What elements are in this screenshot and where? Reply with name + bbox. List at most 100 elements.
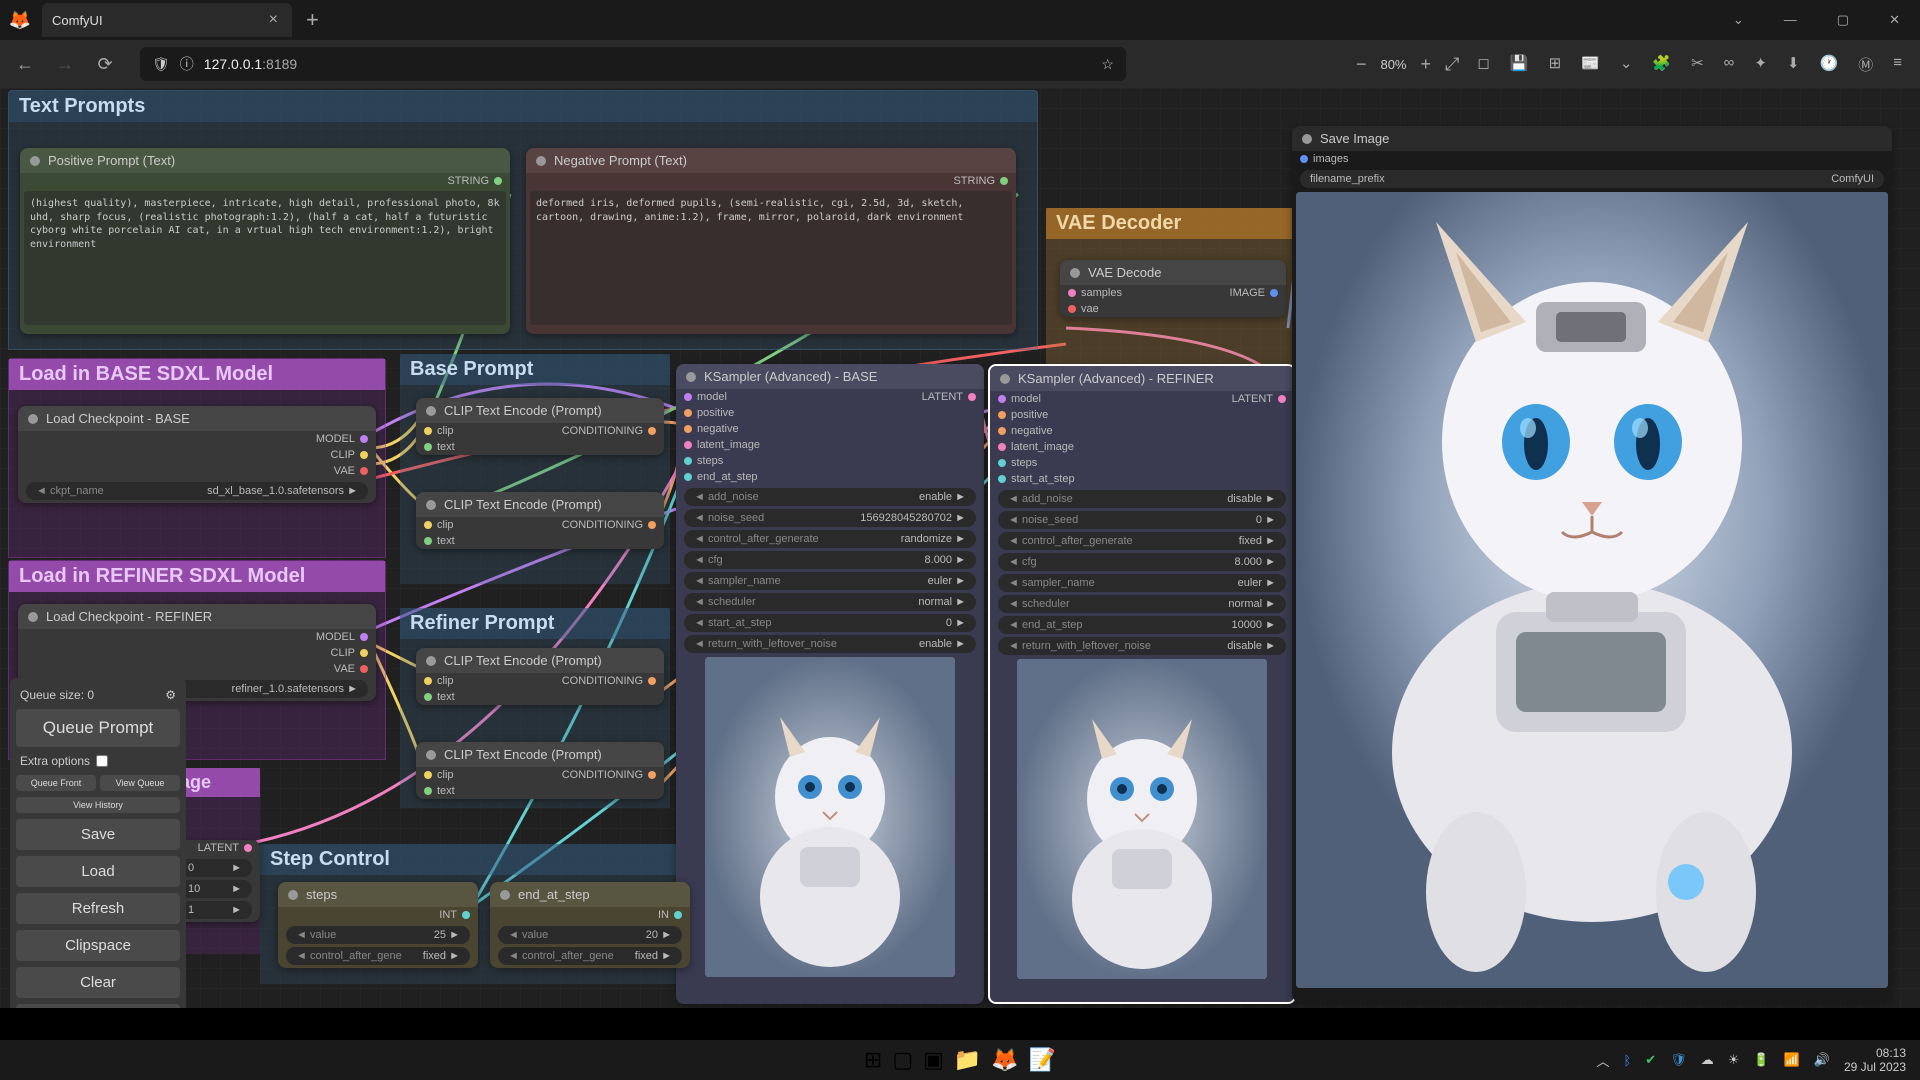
widget[interactable]: 1: [178, 901, 252, 919]
onedrive-icon[interactable]: ☁: [1701, 1052, 1714, 1068]
chevron-down-icon[interactable]: ⌄: [1733, 12, 1744, 28]
new-tab-button[interactable]: +: [306, 7, 319, 33]
node-ksampler-refiner[interactable]: KSampler (Advanced) - REFINER modelLATEN…: [988, 364, 1296, 1004]
node-save-image[interactable]: Save Image images filename_prefixComfyUI: [1292, 126, 1892, 1002]
zoom-in-button[interactable]: +: [1421, 54, 1432, 75]
view-queue-button[interactable]: View Queue: [100, 775, 180, 791]
bluetooth-icon[interactable]: ᛒ: [1623, 1053, 1631, 1068]
extra-options-checkbox[interactable]: [96, 755, 108, 767]
view-history-button[interactable]: View History: [16, 797, 180, 813]
node-clip-text-encode-4[interactable]: CLIP Text Encode (Prompt) clipCONDITIONI…: [416, 742, 664, 799]
extensions-icon[interactable]: 🧩: [1652, 54, 1671, 75]
ublock-icon[interactable]: ◻: [1477, 54, 1489, 75]
minimize-button[interactable]: —: [1784, 12, 1797, 28]
wifi-icon[interactable]: 📶: [1784, 1052, 1800, 1068]
volume-icon[interactable]: 🔊: [1814, 1052, 1830, 1068]
queue-front-button[interactable]: Queue Front: [16, 775, 96, 791]
windows-taskbar[interactable]: ⊞ ▢ ▣ 📁 🦊 📝 ︿ ᛒ ✔ 🛡 ☁ ☀ 🔋 📶 🔊 08:13 29 J…: [0, 1040, 1920, 1080]
taskbar-clock[interactable]: 08:13 29 Jul 2023: [1844, 1046, 1906, 1075]
nav-back-button[interactable]: ←: [10, 49, 40, 79]
defender-icon[interactable]: 🛡: [1670, 1052, 1687, 1068]
chevron-up-icon[interactable]: ︿: [1596, 1051, 1609, 1070]
history-icon[interactable]: 🕐: [1820, 54, 1839, 75]
task-view-icon[interactable]: ▢: [892, 1047, 913, 1073]
widget-value[interactable]: value25: [286, 926, 470, 944]
node-clip-text-encode-2[interactable]: CLIP Text Encode (Prompt) clipCONDITIONI…: [416, 492, 664, 549]
widget-return_with_leftover_noise[interactable]: return_with_leftover_noisedisable: [998, 637, 1286, 655]
prompt-textarea[interactable]: (highest quality), masterpiece, intricat…: [24, 191, 506, 325]
widget-sampler_name[interactable]: sampler_nameeuler: [684, 572, 976, 590]
node-end-at-step[interactable]: end_at_step IN value20 control_after_gen…: [490, 882, 690, 968]
explorer-icon[interactable]: 📁: [954, 1047, 981, 1073]
widget-add_noise[interactable]: add_noiseenable: [684, 488, 976, 506]
node-clip-text-encode-1[interactable]: CLIP Text Encode (Prompt) clipCONDITIONI…: [416, 398, 664, 455]
node-ksampler-base[interactable]: KSampler (Advanced) - BASE modelLATENT p…: [676, 364, 984, 1004]
zoom-out-button[interactable]: −: [1356, 54, 1367, 75]
widget-sampler_name[interactable]: sampler_nameeuler: [998, 574, 1286, 592]
start-icon[interactable]: ⊞: [864, 1047, 882, 1073]
info-icon[interactable]: ⓘ: [180, 54, 194, 74]
widget-cag[interactable]: control_after_genefixed: [498, 947, 682, 965]
load-button[interactable]: Load: [16, 856, 180, 887]
filename-prefix-widget[interactable]: filename_prefixComfyUI: [1300, 170, 1884, 188]
close-button[interactable]: ✕: [1889, 12, 1900, 28]
widget-noise_seed[interactable]: noise_seed0: [998, 511, 1286, 529]
gear-icon[interactable]: ⚙: [165, 688, 176, 702]
grid-icon[interactable]: ⊞: [1549, 54, 1562, 75]
widget-value[interactable]: value20: [498, 926, 682, 944]
light-icon[interactable]: ✦: [1754, 54, 1767, 75]
check-icon[interactable]: ✔: [1645, 1052, 1656, 1068]
bookmark-icon[interactable]: ☆: [1101, 56, 1114, 73]
tab-close-icon[interactable]: ×: [265, 11, 282, 29]
prompt-textarea[interactable]: deformed iris, deformed pupils, (semi-re…: [530, 191, 1012, 325]
widget-end_at_step[interactable]: end_at_step10000: [998, 616, 1286, 634]
news-icon[interactable]: 📰: [1581, 54, 1600, 75]
widget[interactable]: 0: [178, 859, 252, 877]
infinity-icon[interactable]: ∞: [1724, 54, 1735, 75]
widget-start_at_step[interactable]: start_at_step0: [684, 614, 976, 632]
widget-control_after_generate[interactable]: control_after_generatefixed: [998, 532, 1286, 550]
scissors-icon[interactable]: ✂: [1691, 54, 1704, 75]
battery-icon[interactable]: 🔋: [1753, 1052, 1769, 1068]
widget-scheduler[interactable]: schedulernormal: [684, 593, 976, 611]
widget[interactable]: 10: [178, 880, 252, 898]
nav-reload-button[interactable]: ⟳: [90, 49, 120, 79]
download-icon[interactable]: ⬇: [1787, 54, 1800, 75]
maximize-button[interactable]: ▢: [1837, 12, 1849, 28]
node-clip-text-encode-3[interactable]: CLIP Text Encode (Prompt) clipCONDITIONI…: [416, 648, 664, 705]
clipspace-button[interactable]: Clipspace: [16, 930, 180, 961]
widget-cfg[interactable]: cfg8.000: [998, 553, 1286, 571]
light-icon[interactable]: ☀: [1728, 1052, 1740, 1068]
fullscreen-icon[interactable]: ⤢: [1445, 54, 1459, 75]
widget-scheduler[interactable]: schedulernormal: [998, 595, 1286, 613]
save-button[interactable]: Save: [16, 819, 180, 850]
save-icon[interactable]: 💾: [1510, 54, 1529, 75]
ckpt-selector[interactable]: ckpt_namesd_xl_base_1.0.safetensors: [26, 482, 368, 500]
shield-icon[interactable]: 🛡: [152, 56, 170, 73]
widget-noise_seed[interactable]: noise_seed156928045280702: [684, 509, 976, 527]
clear-button[interactable]: Clear: [16, 967, 180, 998]
comfyui-canvas[interactable]: Text Prompts Load in BASE SDXL Model Loa…: [0, 88, 1920, 1008]
node-negative-prompt[interactable]: Negative Prompt (Text) STRING deformed i…: [526, 148, 1016, 334]
queue-prompt-button[interactable]: Queue Prompt: [16, 709, 180, 747]
pocket-icon[interactable]: ⌄: [1620, 54, 1633, 75]
node-positive-prompt[interactable]: Positive Prompt (Text) STRING (highest q…: [20, 148, 510, 334]
group-base-prompt[interactable]: Base Prompt: [400, 354, 670, 584]
url-input[interactable]: 🛡 ⓘ 127.0.0.1:8189 ☆: [140, 47, 1126, 81]
terminal-icon[interactable]: ▣: [923, 1047, 944, 1073]
account-icon[interactable]: Ⓜ: [1858, 54, 1873, 75]
node-steps[interactable]: steps INT value25 control_after_genefixe…: [278, 882, 478, 968]
control-panel[interactable]: Queue size: 0⚙ Queue Prompt Extra option…: [10, 678, 186, 1008]
widget-cag[interactable]: control_after_genefixed: [286, 947, 470, 965]
widget-return_with_leftover_noise[interactable]: return_with_leftover_noiseenable: [684, 635, 976, 653]
browser-tab[interactable]: ComfyUI ×: [42, 3, 292, 37]
refresh-button[interactable]: Refresh: [16, 893, 180, 924]
firefox-taskbar-icon[interactable]: 🦊: [991, 1047, 1018, 1073]
widget-control_after_generate[interactable]: control_after_generaterandomize: [684, 530, 976, 548]
widget-cfg[interactable]: cfg8.000: [684, 551, 976, 569]
notepad-icon[interactable]: 📝: [1029, 1047, 1056, 1073]
widget-add_noise[interactable]: add_noisedisable: [998, 490, 1286, 508]
node-vae-decode[interactable]: VAE Decode samplesIMAGE vae: [1060, 260, 1286, 317]
load-default-button[interactable]: Load Default: [16, 1004, 180, 1008]
node-load-checkpoint-base[interactable]: Load Checkpoint - BASE MODEL CLIP VAE ck…: [18, 406, 376, 503]
